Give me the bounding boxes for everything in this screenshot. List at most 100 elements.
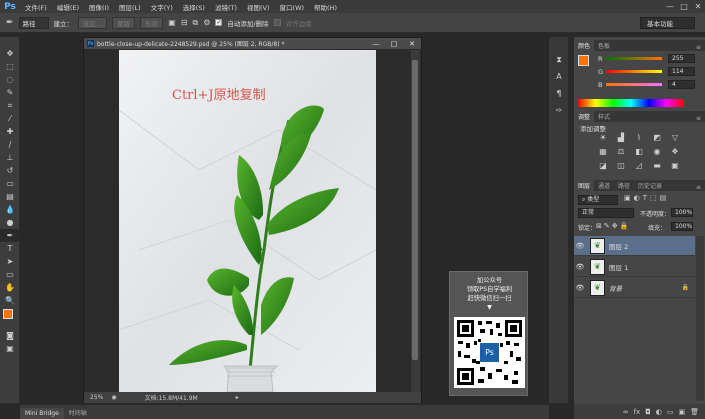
layer-row-2[interactable]: 👁 ❦ 图层 2 bbox=[574, 236, 695, 256]
paragraph-panel-icon[interactable]: ¶ bbox=[549, 85, 569, 102]
menu-window[interactable]: 窗口(W) bbox=[275, 2, 310, 12]
canvas-text-layer[interactable]: Ctrl+J原地复制 bbox=[172, 84, 266, 103]
history-brush-tool-icon[interactable]: ↺ bbox=[0, 164, 20, 177]
doc-close-button[interactable]: ✕ bbox=[403, 40, 421, 48]
scroll-thumb[interactable] bbox=[412, 60, 418, 360]
levels-icon[interactable]: ▟ bbox=[612, 133, 630, 144]
selective-color-icon[interactable]: ▣ bbox=[666, 161, 684, 172]
status-arrow-icon[interactable]: ▸ bbox=[236, 394, 239, 401]
app-maximize-button[interactable]: □ bbox=[677, 2, 691, 11]
b-value[interactable]: 4 bbox=[668, 80, 695, 89]
type-tool-icon[interactable]: T bbox=[0, 242, 20, 255]
layer-name[interactable]: 图层 2 bbox=[609, 241, 628, 251]
tab-channels[interactable]: 通道 bbox=[594, 180, 614, 191]
tab-styles[interactable]: 样式 bbox=[594, 111, 614, 122]
auto-add-delete-checkbox[interactable]: ✓ bbox=[215, 19, 223, 26]
lasso-tool-icon[interactable]: ◌ bbox=[0, 73, 20, 86]
healing-brush-tool-icon[interactable]: ✚ bbox=[0, 125, 20, 138]
layer-filter-select[interactable]: ⌕ 类型 bbox=[578, 195, 618, 205]
add-mask-icon[interactable]: ◘ bbox=[645, 408, 651, 416]
layer-filter-icons[interactable]: ▣◐T⬚▤ bbox=[624, 194, 669, 202]
marquee-tool-icon[interactable]: ⬚ bbox=[0, 60, 20, 73]
gradient-map-icon[interactable]: ▬ bbox=[648, 161, 666, 172]
path-selection-tool-icon[interactable]: ➤ bbox=[0, 255, 20, 268]
tab-history[interactable]: 历史记录 bbox=[634, 180, 666, 191]
lock-icons[interactable]: ⊠✎✥🔒 bbox=[596, 222, 630, 230]
delete-layer-icon[interactable]: 🗑 bbox=[690, 408, 699, 416]
blur-tool-icon[interactable]: 💧 bbox=[0, 203, 20, 216]
brush-tool-icon[interactable]: ∕ bbox=[0, 138, 20, 151]
fill-input[interactable]: 100% bbox=[671, 222, 693, 231]
opacity-input[interactable]: 100% bbox=[671, 208, 693, 217]
eye-icon[interactable]: 👁 bbox=[574, 242, 586, 250]
menu-help[interactable]: 帮助(H) bbox=[309, 2, 342, 12]
menu-image[interactable]: 图像(I) bbox=[84, 2, 114, 12]
document-title-bar[interactable]: Ps bottle-close-up-delicate-2248529.psd … bbox=[84, 38, 421, 49]
layers-scrollbar[interactable] bbox=[696, 236, 704, 401]
dodge-tool-icon[interactable]: ● bbox=[0, 216, 20, 229]
path-align-icon[interactable]: ⊟ bbox=[181, 18, 188, 27]
color-balance-icon[interactable]: ⚖ bbox=[612, 147, 630, 158]
mode-select[interactable]: 路径 bbox=[18, 16, 49, 29]
align-edges-checkbox[interactable] bbox=[273, 19, 281, 26]
fx-icon[interactable]: fx bbox=[634, 408, 641, 416]
quick-mask-icon[interactable]: ◙ bbox=[0, 329, 20, 342]
path-ops-icon[interactable]: ▣ bbox=[168, 18, 176, 27]
blend-mode-select[interactable]: 正常 bbox=[578, 208, 634, 218]
move-tool-icon[interactable]: ✥ bbox=[0, 47, 20, 60]
curves-icon[interactable]: ⌇ bbox=[630, 133, 648, 144]
menu-filter[interactable]: 滤镜(T) bbox=[210, 2, 242, 12]
pen-tool-preset-icon[interactable]: ✒ bbox=[6, 18, 14, 28]
tab-color[interactable]: 颜色 bbox=[574, 40, 595, 51]
gear-icon[interactable]: ⚙ bbox=[203, 18, 210, 27]
threshold-icon[interactable]: ◿ bbox=[630, 161, 648, 172]
color-swatches[interactable] bbox=[0, 307, 20, 329]
make-mask-button[interactable]: 蒙版 bbox=[112, 16, 136, 29]
channel-mixer-icon[interactable]: ❖ bbox=[666, 147, 684, 158]
menu-select[interactable]: 选择(S) bbox=[178, 2, 210, 12]
status-menu-icon[interactable]: ◉ bbox=[111, 394, 116, 401]
hue-saturation-icon[interactable]: ▦ bbox=[594, 147, 612, 158]
foreground-swatch-large[interactable] bbox=[578, 55, 589, 66]
vertical-scrollbar[interactable] bbox=[411, 50, 420, 392]
panel-menu-icon[interactable]: ≡ bbox=[696, 184, 705, 191]
vibrance-icon[interactable]: ▽ bbox=[666, 133, 684, 144]
path-arrange-icon[interactable]: ⧉ bbox=[193, 18, 199, 28]
posterize-icon[interactable]: ◫ bbox=[612, 161, 630, 172]
screen-mode-icon[interactable]: ▣ bbox=[0, 342, 20, 355]
new-group-icon[interactable]: ▭ bbox=[667, 408, 674, 416]
history-panel-icon[interactable]: ⧗ bbox=[549, 51, 569, 68]
eraser-tool-icon[interactable]: ▭ bbox=[0, 177, 20, 190]
eye-icon[interactable]: 👁 bbox=[574, 284, 586, 292]
zoom-level[interactable]: 25% bbox=[90, 394, 103, 401]
tab-timeline[interactable]: 时间轴 bbox=[64, 406, 92, 419]
g-slider[interactable] bbox=[606, 70, 662, 73]
menu-type[interactable]: 文字(Y) bbox=[146, 2, 178, 12]
quick-select-tool-icon[interactable]: ✎ bbox=[0, 86, 20, 99]
menu-layer[interactable]: 图层(L) bbox=[114, 2, 146, 12]
foreground-color-swatch[interactable] bbox=[3, 309, 13, 319]
zoom-tool-icon[interactable]: 🔍 bbox=[0, 294, 20, 307]
gradient-tool-icon[interactable]: ▤ bbox=[0, 190, 20, 203]
layer-row-background[interactable]: 👁 ❦ 背景 🔒 bbox=[574, 278, 695, 298]
menu-file[interactable]: 文件(F) bbox=[20, 2, 52, 12]
photo-filter-icon[interactable]: ◉ bbox=[648, 147, 666, 158]
workspace-select[interactable]: 基本功能 bbox=[640, 17, 695, 29]
menu-edit[interactable]: 编辑(E) bbox=[52, 2, 84, 12]
color-spectrum[interactable] bbox=[578, 99, 684, 107]
layer-name[interactable]: 图层 1 bbox=[609, 262, 628, 272]
menu-view[interactable]: 视图(V) bbox=[242, 2, 275, 12]
brightness-icon[interactable]: ☀ bbox=[594, 133, 612, 144]
tab-mini-bridge[interactable]: Mini Bridge bbox=[20, 408, 64, 419]
canvas[interactable]: Ctrl+J原地复制 bbox=[119, 50, 376, 392]
pen-tool-icon[interactable]: ✒ bbox=[0, 229, 20, 242]
layer-name[interactable]: 背景 bbox=[609, 283, 622, 293]
b-slider[interactable] bbox=[606, 83, 662, 86]
exposure-icon[interactable]: ◩ bbox=[648, 133, 666, 144]
tab-swatches[interactable]: 色板 bbox=[594, 40, 614, 51]
r-value[interactable]: 255 bbox=[668, 54, 695, 63]
tab-layers[interactable]: 图层 bbox=[574, 180, 595, 191]
doc-minimize-button[interactable]: — bbox=[367, 40, 385, 48]
eyedropper-tool-icon[interactable]: ⁄ bbox=[0, 112, 20, 125]
r-slider[interactable] bbox=[606, 57, 662, 60]
